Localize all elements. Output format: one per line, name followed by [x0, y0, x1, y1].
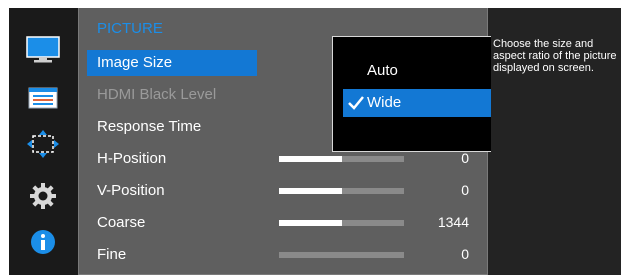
position-arrows-icon[interactable]	[25, 130, 61, 158]
coarse-slider[interactable]	[279, 220, 404, 226]
monitor-icon[interactable]	[25, 36, 61, 64]
v-position-slider[interactable]	[279, 188, 404, 194]
picture-menu: PICTURE Image Size HDMI Black Level Resp…	[78, 8, 546, 275]
menu-title: PICTURE	[97, 20, 163, 37]
menu-item-hdmi-black-level[interactable]: HDMI Black Level	[87, 82, 257, 108]
gear-icon[interactable]	[25, 182, 61, 210]
picture-settings-icon[interactable]	[25, 84, 61, 112]
slider-fill	[279, 188, 342, 194]
slider-fill	[279, 156, 342, 162]
checkmark-icon	[347, 89, 365, 127]
fine-slider[interactable]	[279, 252, 404, 258]
osd-menu: PICTURE Image Size HDMI Black Level Resp…	[9, 8, 621, 275]
fine-value: 0	[461, 246, 469, 262]
h-position-value: 0	[461, 150, 469, 166]
menu-item-h-position[interactable]: H-Position	[87, 146, 257, 172]
h-position-slider[interactable]	[279, 156, 404, 162]
slider-fill	[279, 220, 342, 226]
help-text: Choose the size and aspect ratio of the …	[493, 38, 617, 74]
coarse-value: 1344	[437, 214, 469, 230]
menu-item-v-position[interactable]: V-Position	[87, 178, 257, 204]
category-icon-bar	[9, 8, 78, 275]
menu-item-fine[interactable]: Fine	[87, 242, 257, 268]
info-icon[interactable]	[25, 228, 61, 256]
option-label: Auto	[367, 62, 398, 79]
help-panel: Choose the size and aspect ratio of the …	[491, 8, 621, 275]
menu-item-image-size[interactable]: Image Size	[87, 50, 257, 76]
v-position-value: 0	[461, 182, 469, 198]
menu-item-coarse[interactable]: Coarse	[87, 210, 257, 236]
option-label: Wide	[367, 94, 402, 111]
menu-item-response-time[interactable]: Response Time	[87, 114, 257, 140]
